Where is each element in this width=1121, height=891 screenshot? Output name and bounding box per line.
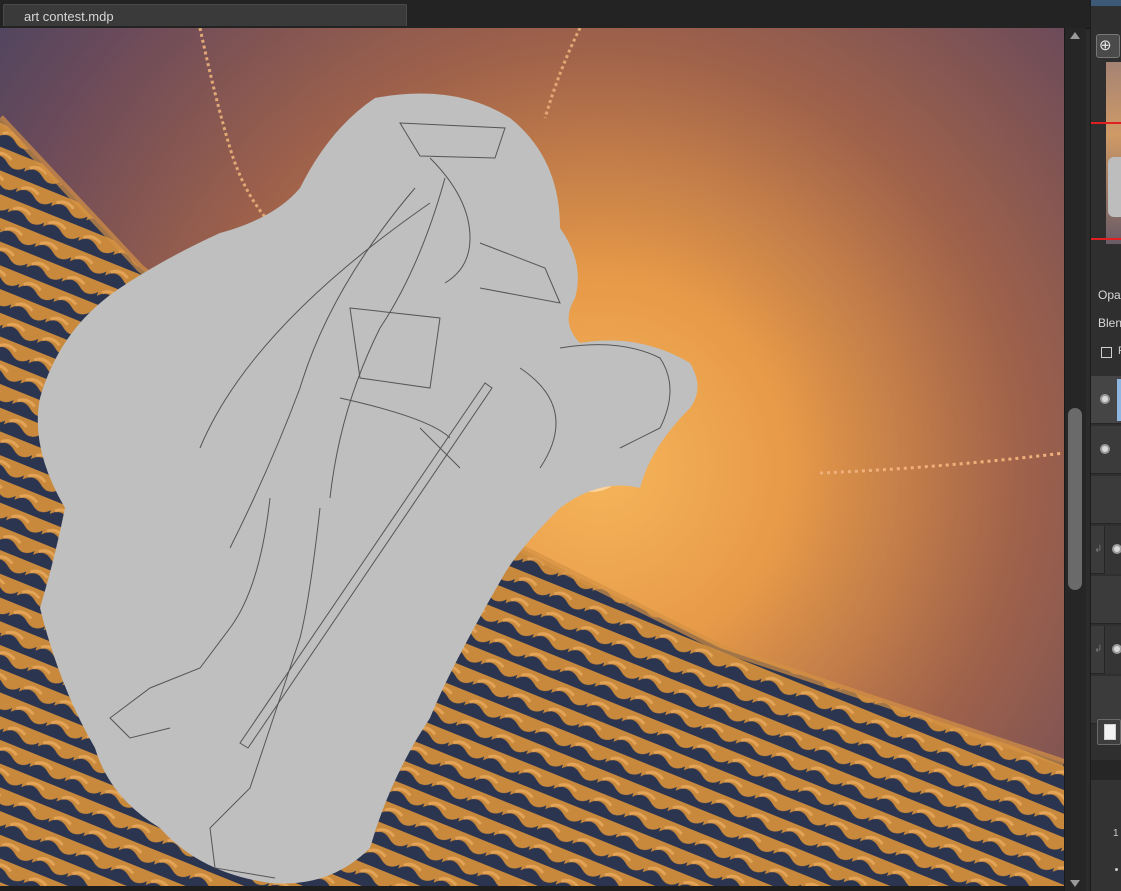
artwork: [0, 28, 1064, 886]
panel-header: [1091, 0, 1121, 6]
layer-subrow: [1104, 626, 1121, 674]
zoom-in-icon: ⊕: [1099, 37, 1112, 54]
layer-row[interactable]: [1091, 676, 1121, 724]
blend-mode-label: Blen: [1098, 316, 1121, 330]
scroll-thumb[interactable]: [1068, 408, 1082, 590]
layer-row[interactable]: [1091, 376, 1121, 424]
navigator-preview[interactable]: [1106, 62, 1121, 244]
visibility-eye-icon[interactable]: [1100, 444, 1110, 454]
layer-row[interactable]: ↲: [1091, 526, 1121, 574]
clipping-arrow-icon: ↲: [1094, 544, 1103, 555]
layer-subrow: [1104, 526, 1121, 574]
vertical-scrollbar[interactable]: [1064, 28, 1086, 891]
visibility-eye-icon[interactable]: [1100, 394, 1110, 404]
drawing-canvas[interactable]: [0, 28, 1064, 886]
document-tab-bar: art contest.mdp: [0, 0, 1090, 29]
layer-folder-row[interactable]: [1091, 476, 1121, 524]
clipping-arrow-icon: ↲: [1094, 644, 1103, 655]
horizontal-scrollbar[interactable]: [0, 886, 1064, 891]
document-tab-label: art contest.mdp: [24, 9, 114, 24]
document-tab[interactable]: art contest.mdp: [3, 4, 407, 26]
visibility-eye-icon[interactable]: [1112, 544, 1121, 554]
layer-row[interactable]: [1091, 426, 1121, 474]
new-layer-button[interactable]: [1097, 719, 1121, 745]
brush-size-label: 1: [1113, 828, 1119, 839]
navigator-frame-top: [1091, 122, 1121, 124]
opacity-label: Opa: [1098, 288, 1121, 302]
right-panel: ⊕ Opa Blen P ↲ ↲ 1: [1090, 0, 1121, 891]
layer-row[interactable]: ↲: [1091, 626, 1121, 674]
zoom-in-button[interactable]: ⊕: [1096, 34, 1120, 58]
layer-thumbnail: [1117, 379, 1121, 421]
protect-alpha-checkbox[interactable]: [1101, 347, 1112, 358]
navigator-frame-bottom: [1091, 238, 1121, 240]
layer-folder-row[interactable]: [1091, 576, 1121, 624]
scroll-down-arrow-icon[interactable]: [1070, 880, 1080, 887]
navigator-figure: [1108, 157, 1121, 217]
panel-bottom-section: [1091, 760, 1121, 891]
visibility-eye-icon[interactable]: [1112, 644, 1121, 654]
brush-dot-icon[interactable]: [1115, 868, 1118, 871]
scroll-up-arrow-icon[interactable]: [1070, 32, 1080, 39]
